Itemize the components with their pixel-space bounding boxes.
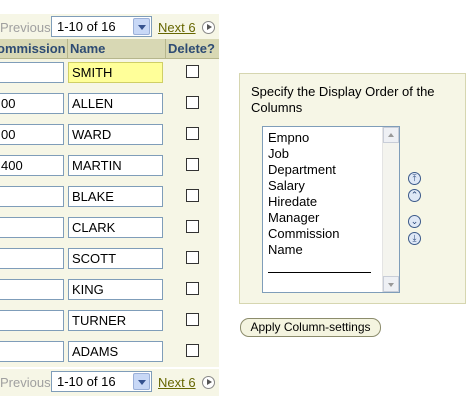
name-field[interactable]: WARD	[68, 124, 163, 145]
table-row: SMITH	[0, 56, 219, 87]
table-row: BLAKE	[0, 180, 219, 211]
delete-checkbox[interactable]	[186, 158, 199, 171]
range-select-value: 1-10 of 16	[57, 374, 116, 389]
list-item[interactable]: Job	[268, 146, 289, 162]
name-field[interactable]: SCOTT	[68, 248, 163, 269]
commission-field[interactable]	[0, 341, 64, 362]
column-header-name: Name	[70, 41, 106, 56]
employee-table: ommission Name Delete? SMITH 00 ALLEN 00…	[0, 39, 219, 367]
listbox-scrollbar[interactable]	[382, 127, 399, 292]
delete-checkbox[interactable]	[186, 220, 199, 233]
name-field[interactable]: ALLEN	[68, 93, 163, 114]
scroll-up-icon[interactable]	[383, 127, 399, 143]
name-field[interactable]: TURNER	[68, 310, 163, 331]
table-row: 400 MARTIN	[0, 149, 219, 180]
move-top-icon[interactable]: ⤒	[408, 172, 421, 185]
move-up-icon[interactable]: ⌃	[408, 189, 421, 202]
dropdown-arrow-icon[interactable]	[133, 18, 150, 35]
commission-field[interactable]	[0, 62, 64, 83]
delete-checkbox[interactable]	[186, 282, 199, 295]
next-icon[interactable]	[202, 376, 215, 389]
table-row: ADAMS	[0, 335, 219, 366]
table-row: CLARK	[0, 211, 219, 242]
delete-checkbox[interactable]	[186, 313, 199, 326]
list-item[interactable]: Salary	[268, 178, 305, 194]
name-field[interactable]: KING	[68, 279, 163, 300]
move-bottom-icon[interactable]: ⤓	[408, 232, 421, 245]
column-order-listbox[interactable]: Empno Job Department Salary Hiredate Man…	[262, 126, 400, 293]
delete-checkbox[interactable]	[186, 251, 199, 264]
column-header-delete: Delete?	[168, 41, 215, 56]
table-row: SCOTT	[0, 242, 219, 273]
commission-field[interactable]: 00	[0, 93, 64, 114]
table-row: 00 ALLEN	[0, 87, 219, 118]
commission-field[interactable]: 00	[0, 124, 64, 145]
display-order-panel: Specify the Display Order of the Columns…	[239, 73, 466, 304]
name-field[interactable]: MARTIN	[68, 155, 163, 176]
delete-checkbox[interactable]	[186, 65, 199, 78]
next-icon[interactable]	[202, 21, 215, 34]
commission-field[interactable]: 400	[0, 155, 64, 176]
move-down-icon[interactable]: ⌄	[408, 215, 421, 228]
table-row: TURNER	[0, 304, 219, 335]
range-select-value: 1-10 of 16	[57, 19, 116, 34]
previous-link: Previous	[0, 20, 51, 35]
commission-field[interactable]	[0, 279, 64, 300]
list-item[interactable]: Name	[268, 242, 303, 258]
list-divider	[268, 272, 371, 273]
list-item[interactable]: Department	[268, 162, 336, 178]
commission-field[interactable]	[0, 186, 64, 207]
list-item[interactable]: Hiredate	[268, 194, 317, 210]
pager-bottom: Previous 1-10 of 16 Next 6	[0, 369, 219, 396]
next-link[interactable]: Next 6	[158, 20, 196, 35]
delete-checkbox[interactable]	[186, 189, 199, 202]
delete-checkbox[interactable]	[186, 96, 199, 109]
dropdown-arrow-icon[interactable]	[133, 373, 150, 390]
name-field[interactable]: BLAKE	[68, 186, 163, 207]
previous-link: Previous	[0, 375, 51, 390]
commission-field[interactable]	[0, 217, 64, 238]
name-field[interactable]: SMITH	[68, 62, 163, 83]
column-header-commission: ommission	[0, 41, 66, 56]
next-link[interactable]: Next 6	[158, 375, 196, 390]
list-item[interactable]: Empno	[268, 130, 309, 146]
delete-checkbox[interactable]	[186, 344, 199, 357]
delete-checkbox[interactable]	[186, 127, 199, 140]
pager-top: Previous 1-10 of 16 Next 6	[0, 14, 219, 41]
scroll-down-icon[interactable]	[383, 276, 399, 292]
name-field[interactable]: ADAMS	[68, 341, 163, 362]
table-row: KING	[0, 273, 219, 304]
list-item[interactable]: Commission	[268, 226, 340, 242]
list-item[interactable]: Manager	[268, 210, 319, 226]
table-row: 00 WARD	[0, 118, 219, 149]
range-select[interactable]: 1-10 of 16	[51, 371, 152, 392]
apply-column-settings-button[interactable]: Apply Column-settings	[240, 318, 381, 337]
display-order-title: Specify the Display Order of the Columns	[251, 84, 435, 115]
range-select[interactable]: 1-10 of 16	[51, 16, 152, 37]
commission-field[interactable]	[0, 248, 64, 269]
name-field[interactable]: CLARK	[68, 217, 163, 238]
commission-field[interactable]	[0, 310, 64, 331]
